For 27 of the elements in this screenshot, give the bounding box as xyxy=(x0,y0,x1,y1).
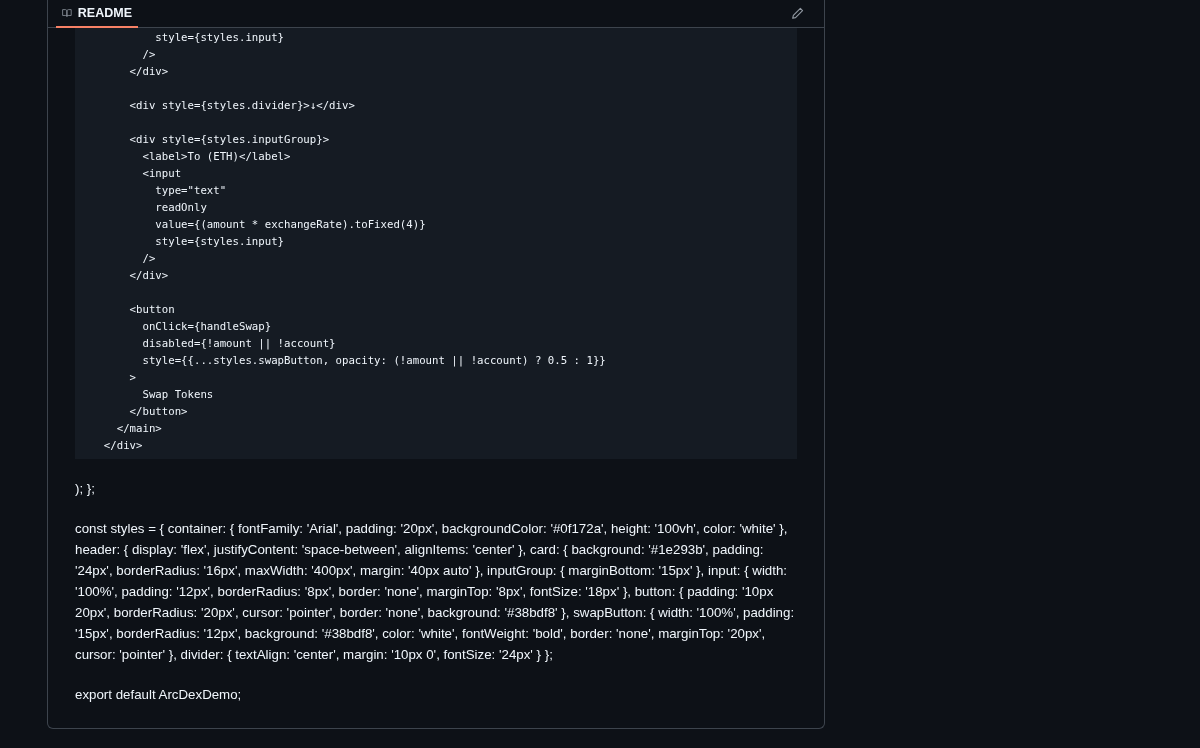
book-icon xyxy=(62,6,72,20)
code-line: <div style={styles.divider}>↓</div> xyxy=(128,98,355,114)
code-line: onClick={handleSwap} xyxy=(141,319,272,335)
code-line: <div style={styles.inputGroup}> xyxy=(128,132,330,148)
edit-icon[interactable] xyxy=(791,7,804,20)
code-line: <button xyxy=(128,302,175,318)
code-line: </div> xyxy=(128,268,169,284)
code-line: <input xyxy=(141,166,182,182)
code-line: </div> xyxy=(128,64,169,80)
code-line: </button> xyxy=(128,404,188,420)
code-line: style={{...styles.swapButton, opacity: (!amount || !account) ? 0.5 : 1}} xyxy=(141,353,606,369)
code-line: Swap Tokens xyxy=(141,387,214,403)
code-line: </main> xyxy=(115,421,162,437)
code-line: style={styles.input} xyxy=(154,234,285,250)
code-line: /> xyxy=(141,47,156,63)
code-line: </div> xyxy=(102,438,143,454)
paragraph: export default ArcDexDemo; xyxy=(75,686,243,704)
code-line: > xyxy=(128,370,137,386)
code-line: disabled={!amount || !account} xyxy=(141,336,336,352)
paragraph: const styles = { container: { fontFamily: 'Arial', padding: '20px', backgroundColor: '#0f172a', height: '100vh', color: 'white' }, header: { display: 'flex', justifyContent: 'space-between', alignItems: 'center' }, card: { background: '#1e293b', padding: '24px', borderRadius: '16px', maxWidth: '400px', margin: '40px auto' }, inputGroup: { marginBottom: '15px' }, input: { width: '100%', padding: '12px', borderRadius: '8px', border: 'none', marginTop: '8px', fontSize: '18px' }, button: { padding: '10px 20px', borderRadius: '20px', cursor: 'pointer', border: 'none', background: '#38bdf8' }, swapButton: { width: '100%', padding: '15px', borderRadius: '12px', background: '#38bdf8', color: 'white', fontWeight: 'bold', border: 'none', marginTop: '20px', cursor: 'pointer' }, divider: { textAlign: 'center', margin: '10px 0', fontSize: '24px' } }; xyxy=(75,520,796,664)
code-line: style={styles.input} xyxy=(154,30,285,46)
code-line: type="text" xyxy=(154,183,227,199)
code-line: /> xyxy=(141,251,156,267)
code-line: value={(amount * exchangeRate).toFixed(4)} xyxy=(154,217,426,233)
code-line: readOnly xyxy=(154,200,207,216)
code-line: <label>To (ETH)</label> xyxy=(141,149,291,165)
paragraph: ); }; xyxy=(75,480,96,498)
